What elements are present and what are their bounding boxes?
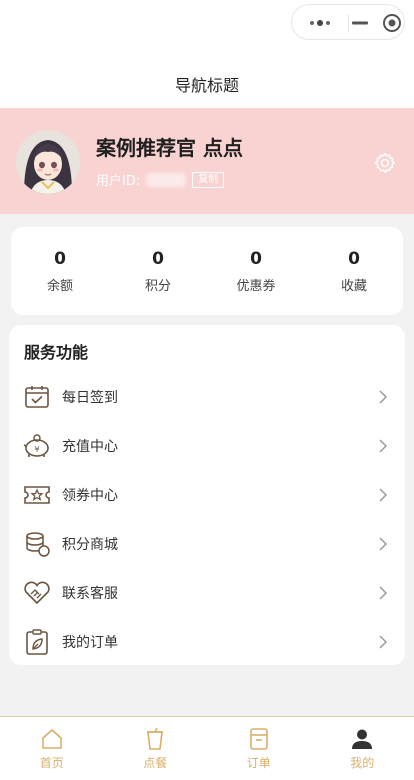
avatar-illustration	[16, 130, 80, 194]
coupon-ticket-icon	[23, 481, 51, 509]
menu-item-label: 积分商城	[62, 536, 118, 553]
piggy-bank-icon: ¥	[23, 432, 51, 460]
stat-value: 0	[250, 249, 262, 269]
menu-item-recharge-center[interactable]: ¥ 充值中心	[9, 421, 405, 470]
stat-value: 0	[348, 249, 360, 269]
menu-item-label: 联系客服	[62, 585, 118, 602]
stat-balance[interactable]: 0 余额	[11, 227, 109, 315]
section-title: 服务功能	[24, 343, 89, 362]
tab-home[interactable]: 首页	[0, 717, 104, 780]
more-button[interactable]	[292, 5, 348, 41]
tab-label: 点餐	[143, 756, 168, 770]
chevron-right-icon	[379, 536, 388, 551]
chevron-right-icon	[379, 438, 388, 453]
avatar[interactable]	[16, 130, 80, 194]
stat-value: 0	[54, 249, 66, 269]
user-nickname: 案例推荐官 点点	[96, 136, 243, 160]
user-icon	[352, 729, 373, 749]
menu-item-label: 充值中心	[62, 438, 118, 455]
more-dots-icon	[310, 20, 330, 26]
chevron-right-icon	[379, 634, 388, 649]
svg-text:¥: ¥	[34, 445, 39, 454]
stat-label: 余额	[46, 279, 73, 294]
stat-label: 优惠券	[236, 279, 276, 294]
close-circle-icon[interactable]	[382, 13, 402, 33]
service-card: 服务功能 每日签到 ¥ 充值中心 领券中心 积分商城 联系客服 我的订单	[9, 325, 405, 665]
tab-label: 我的	[350, 756, 375, 770]
chevron-right-icon	[379, 487, 388, 502]
gear-icon[interactable]	[373, 151, 397, 175]
chevron-right-icon	[379, 585, 388, 600]
menu-item-daily-checkin[interactable]: 每日签到	[9, 372, 405, 421]
home-icon	[41, 729, 62, 749]
stat-points[interactable]: 0 积分	[109, 227, 207, 315]
calendar-check-icon	[23, 383, 51, 411]
tab-order-food[interactable]: 点餐	[104, 717, 208, 780]
menu-item-label: 我的订单	[62, 634, 118, 651]
handshake-heart-icon	[23, 579, 51, 607]
user-id-value-blurred	[146, 172, 187, 187]
top-navigation-bar: 导航标题	[0, 0, 414, 108]
menu-item-label: 每日签到	[62, 389, 118, 406]
stat-favorites[interactable]: 0 收藏	[305, 227, 403, 315]
user-id-label: 用户ID:	[96, 174, 141, 189]
menu-item-points-mall[interactable]: 积分商城	[9, 519, 405, 568]
stat-label: 收藏	[340, 279, 367, 294]
cup-icon	[147, 727, 164, 750]
stat-coupons[interactable]: 0 优惠券	[207, 227, 305, 315]
coin-stack-icon	[23, 530, 51, 558]
menu-item-customer-service[interactable]: 联系客服	[9, 568, 405, 617]
profile-header: 案例推荐官 点点 用户ID: 复制	[0, 108, 414, 214]
chevron-right-icon	[379, 389, 388, 404]
mini-program-capsule	[291, 4, 405, 40]
stat-value: 0	[152, 249, 164, 269]
tab-mine[interactable]: 我的	[311, 717, 414, 780]
menu-item-my-orders[interactable]: 我的订单	[9, 617, 405, 666]
page-title: 导航标题	[174, 76, 239, 95]
menu-item-label: 领券中心	[62, 487, 118, 504]
minimize-and-close-group	[349, 5, 405, 41]
clipboard-leaf-icon	[23, 628, 51, 656]
bottom-tab-bar: 首页 点餐 订单 我的	[0, 716, 414, 780]
receipt-icon	[249, 728, 268, 750]
tab-orders[interactable]: 订单	[207, 717, 311, 780]
menu-item-coupon-center[interactable]: 领券中心	[9, 470, 405, 519]
user-id-row: 用户ID: 复制	[96, 170, 225, 189]
tab-label: 订单	[246, 756, 271, 770]
tab-label: 首页	[39, 756, 64, 770]
stats-card: 0 余额 0 积分 0 优惠券 0 收藏	[11, 227, 403, 315]
copy-id-button[interactable]: 复制	[192, 171, 225, 188]
stat-label: 积分	[144, 279, 171, 294]
minimize-icon[interactable]	[352, 21, 368, 25]
